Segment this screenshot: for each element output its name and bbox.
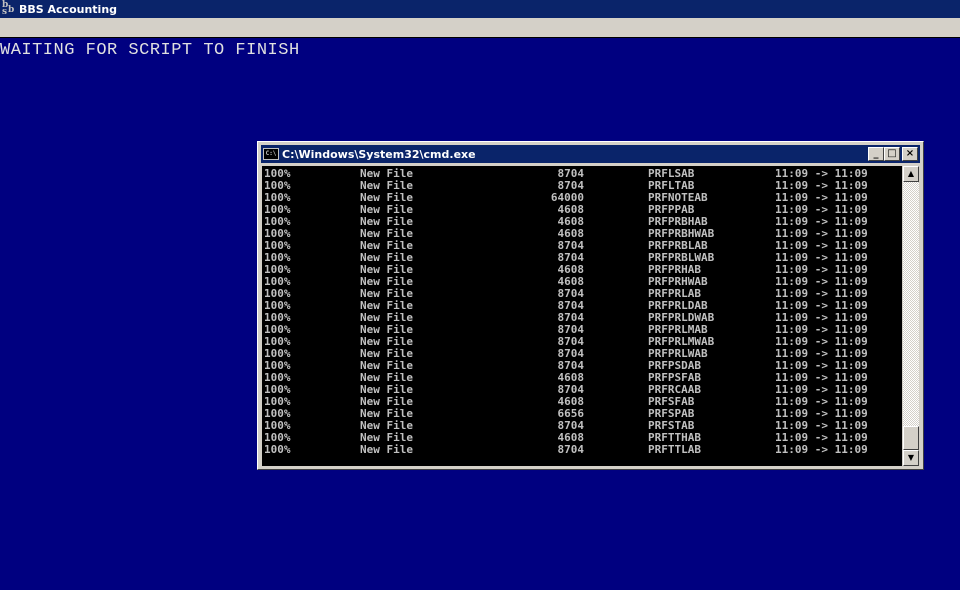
status-message: WAITING FOR SCRIPT TO FINISH [0,41,300,60]
app-titlebar[interactable]: bsb BBS Accounting [0,0,960,18]
cmd-title: C:\Windows\System32\cmd.exe [282,147,476,161]
app-title: BBS Accounting [19,2,118,16]
cmd-titlebar[interactable]: C:\ C:\Windows\System32\cmd.exe _ □ × [261,145,920,163]
status-cell: New File [360,443,413,456]
filename-cell: PRFTTLAB [648,443,701,456]
maximize-button[interactable]: □ [884,147,900,161]
size-cell: 8704 [557,443,585,456]
cmd-icon: C:\ [263,148,279,160]
minimize-button[interactable]: _ [868,147,884,161]
time-cell: 11:09 -> 11:09 [775,443,868,456]
percent-cell: 100% [264,443,291,456]
bbs-logo-icon: bsb [2,0,15,17]
vertical-scrollbar[interactable]: ▲ ▼ [903,166,919,466]
scroll-down-button[interactable]: ▼ [903,450,919,466]
cmd-window[interactable]: C:\ C:\Windows\System32\cmd.exe _ □ × 10… [257,141,924,470]
menu-bar [0,18,960,38]
scroll-up-button[interactable]: ▲ [903,166,919,182]
scrollbar-thumb[interactable] [903,426,919,450]
console-output[interactable]: 100% New File 8704 PRFLSAB 11:09 -> 11:09 100… [262,166,902,466]
close-button[interactable]: × [902,147,918,161]
